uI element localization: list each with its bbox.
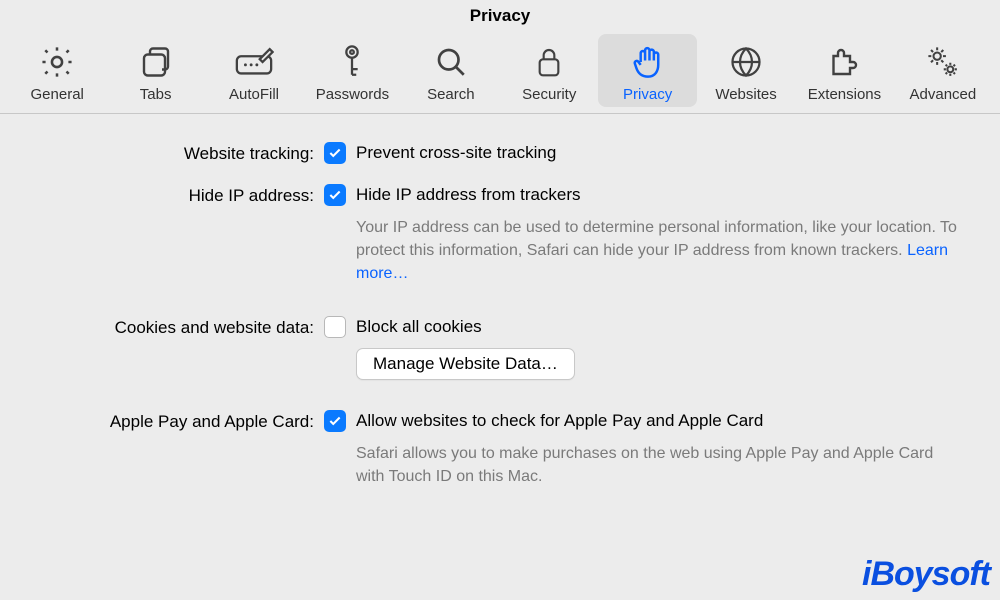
row-label: Website tracking: — [34, 142, 324, 164]
manage-website-data-button[interactable]: Manage Website Data… — [356, 348, 575, 380]
tab-label: Passwords — [316, 86, 389, 103]
tab-label: General — [31, 86, 84, 103]
puzzle-icon — [822, 40, 866, 84]
option-label: Prevent cross-site tracking — [356, 143, 556, 163]
gears-icon — [921, 40, 965, 84]
magnifier-icon — [429, 40, 473, 84]
hand-icon — [626, 40, 670, 84]
tab-security[interactable]: Security — [500, 34, 598, 107]
row-cookies: Cookies and website data: Block all cook… — [34, 316, 966, 380]
row-label: Cookies and website data: — [34, 316, 324, 338]
row-apple-pay: Apple Pay and Apple Card: Allow websites… — [34, 410, 966, 488]
row-website-tracking: Website tracking: Prevent cross-site tra… — [34, 142, 966, 164]
tab-autofill[interactable]: AutoFill — [205, 34, 303, 107]
apple-pay-description: Safari allows you to make purchases on t… — [356, 442, 966, 488]
globe-icon — [724, 40, 768, 84]
pencil-field-icon — [232, 40, 276, 84]
checkbox-prevent-cross-site[interactable] — [324, 142, 346, 164]
tab-label: Security — [522, 86, 576, 103]
option-label: Block all cookies — [356, 317, 482, 337]
checkbox-hide-ip[interactable] — [324, 184, 346, 206]
tab-search[interactable]: Search — [402, 34, 500, 107]
tabs-icon — [134, 40, 178, 84]
tab-label: AutoFill — [229, 86, 279, 103]
watermark-logo: iBoysoft — [862, 555, 990, 594]
tab-privacy[interactable]: Privacy — [598, 34, 696, 107]
row-label: Apple Pay and Apple Card: — [34, 410, 324, 432]
checkbox-apple-pay[interactable] — [324, 410, 346, 432]
tab-websites[interactable]: Websites — [697, 34, 795, 107]
row-hide-ip: Hide IP address: Hide IP address from tr… — [34, 184, 966, 286]
desc-text: Your IP address can be used to determine… — [356, 219, 957, 259]
preferences-toolbar: General Tabs AutoFill Passwords Search S… — [0, 30, 1000, 114]
tab-passwords[interactable]: Passwords — [303, 34, 401, 107]
tab-general[interactable]: General — [8, 34, 106, 107]
tab-label: Websites — [715, 86, 776, 103]
checkbox-block-cookies[interactable] — [324, 316, 346, 338]
tab-extensions[interactable]: Extensions — [795, 34, 893, 107]
privacy-pane: Website tracking: Prevent cross-site tra… — [0, 114, 1000, 488]
window-title: Privacy — [0, 0, 1000, 30]
tab-label: Advanced — [910, 86, 977, 103]
tab-label: Extensions — [808, 86, 881, 103]
tab-tabs[interactable]: Tabs — [106, 34, 204, 107]
option-label: Hide IP address from trackers — [356, 185, 581, 205]
key-icon — [330, 40, 374, 84]
row-label: Hide IP address: — [34, 184, 324, 206]
tab-label: Privacy — [623, 86, 672, 103]
lock-icon — [527, 40, 571, 84]
hide-ip-description: Your IP address can be used to determine… — [356, 216, 966, 286]
tab-advanced[interactable]: Advanced — [894, 34, 992, 107]
option-label: Allow websites to check for Apple Pay an… — [356, 411, 763, 431]
tab-label: Tabs — [140, 86, 172, 103]
gear-icon — [35, 40, 79, 84]
tab-label: Search — [427, 86, 475, 103]
